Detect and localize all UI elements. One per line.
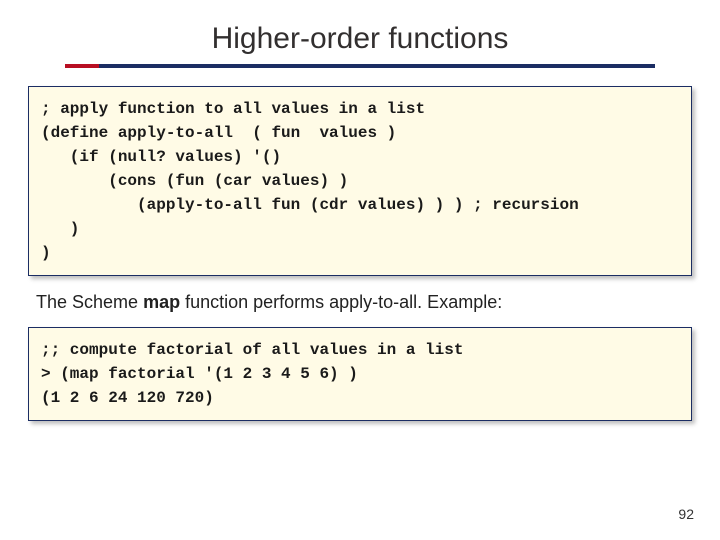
body-paragraph: The Scheme map function performs apply-t… (36, 292, 684, 313)
body-text-post: function performs apply-to-all. Example: (180, 292, 502, 312)
code-line: (apply-to-all fun (cdr values) ) ) ; rec… (41, 193, 679, 217)
slide-title: Higher-order functions (206, 22, 515, 64)
page-number: 92 (678, 506, 694, 522)
code-line: ) (41, 217, 679, 241)
code-line: ) (41, 241, 679, 265)
code-line: (define apply-to-all ( fun values ) (41, 121, 679, 145)
slide-container: Higher-order functions ; apply function … (0, 0, 720, 540)
code-line: (1 2 6 24 120 720) (41, 386, 679, 410)
code-line: > (map factorial '(1 2 3 4 5 6) ) (41, 362, 679, 386)
underline-accent (65, 64, 99, 68)
underline-main (99, 64, 655, 68)
title-block: Higher-order functions (28, 22, 692, 68)
code-line: ;; compute factorial of all values in a … (41, 338, 679, 362)
title-underline (65, 64, 655, 68)
body-text-pre: The Scheme (36, 292, 143, 312)
code-line: (if (null? values) '() (41, 145, 679, 169)
code-block-apply-to-all: ; apply function to all values in a list… (28, 86, 692, 276)
body-text-bold: map (143, 292, 180, 312)
code-line: (cons (fun (car values) ) (41, 169, 679, 193)
code-block-map-example: ;; compute factorial of all values in a … (28, 327, 692, 421)
code-line: ; apply function to all values in a list (41, 97, 679, 121)
